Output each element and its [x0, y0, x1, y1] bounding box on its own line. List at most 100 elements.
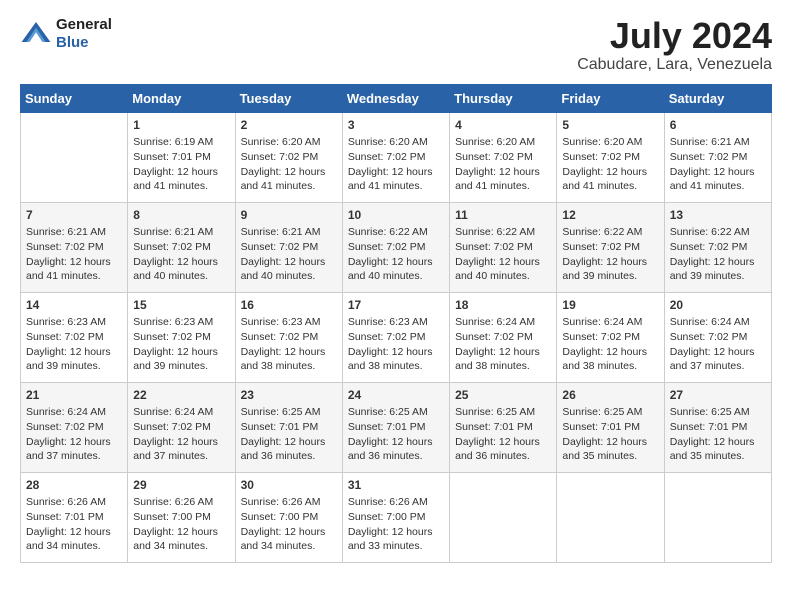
weekday-friday: Friday — [557, 84, 664, 112]
day-info: Daylight: 12 hours — [562, 255, 658, 270]
day-info: Sunrise: 6:22 AM — [562, 225, 658, 240]
weekday-tuesday: Tuesday — [235, 84, 342, 112]
day-info: Sunrise: 6:20 AM — [348, 135, 444, 150]
calendar-cell: 14Sunrise: 6:23 AMSunset: 7:02 PMDayligh… — [21, 292, 128, 382]
day-info: Sunrise: 6:24 AM — [670, 315, 766, 330]
day-number: 22 — [133, 387, 229, 404]
calendar-cell: 5Sunrise: 6:20 AMSunset: 7:02 PMDaylight… — [557, 112, 664, 202]
weekday-monday: Monday — [128, 84, 235, 112]
day-info: and 35 minutes. — [562, 449, 658, 464]
day-info: Daylight: 12 hours — [455, 165, 551, 180]
day-number: 26 — [562, 387, 658, 404]
day-info: Sunrise: 6:22 AM — [670, 225, 766, 240]
day-info: and 38 minutes. — [348, 359, 444, 374]
day-info: Sunset: 7:01 PM — [670, 420, 766, 435]
day-number: 8 — [133, 207, 229, 224]
day-info: Sunset: 7:02 PM — [562, 240, 658, 255]
weekday-header-row: SundayMondayTuesdayWednesdayThursdayFrid… — [21, 84, 772, 112]
day-number: 4 — [455, 117, 551, 134]
day-info: and 41 minutes. — [562, 179, 658, 194]
day-number: 28 — [26, 477, 122, 494]
header: General Blue July 2024 Cabudare, Lara, V… — [20, 16, 772, 74]
day-info: and 37 minutes. — [670, 359, 766, 374]
day-info: Daylight: 12 hours — [133, 255, 229, 270]
day-info: Sunrise: 6:25 AM — [241, 405, 337, 420]
day-info: and 40 minutes. — [133, 269, 229, 284]
calendar-cell: 9Sunrise: 6:21 AMSunset: 7:02 PMDaylight… — [235, 202, 342, 292]
day-info: Sunset: 7:01 PM — [26, 510, 122, 525]
calendar-cell: 16Sunrise: 6:23 AMSunset: 7:02 PMDayligh… — [235, 292, 342, 382]
day-info: and 37 minutes. — [26, 449, 122, 464]
calendar-cell: 24Sunrise: 6:25 AMSunset: 7:01 PMDayligh… — [342, 382, 449, 472]
day-info: Sunrise: 6:23 AM — [348, 315, 444, 330]
calendar-cell: 7Sunrise: 6:21 AMSunset: 7:02 PMDaylight… — [21, 202, 128, 292]
day-info: Sunset: 7:01 PM — [455, 420, 551, 435]
calendar-cell: 8Sunrise: 6:21 AMSunset: 7:02 PMDaylight… — [128, 202, 235, 292]
day-number: 13 — [670, 207, 766, 224]
calendar-cell: 18Sunrise: 6:24 AMSunset: 7:02 PMDayligh… — [450, 292, 557, 382]
day-number: 27 — [670, 387, 766, 404]
day-info: and 34 minutes. — [26, 539, 122, 554]
day-info: Sunrise: 6:26 AM — [133, 495, 229, 510]
logo-icon — [20, 18, 52, 50]
day-info: and 41 minutes. — [670, 179, 766, 194]
calendar-cell — [557, 472, 664, 562]
day-info: Sunrise: 6:25 AM — [455, 405, 551, 420]
day-info: and 36 minutes. — [348, 449, 444, 464]
calendar-cell — [21, 112, 128, 202]
day-info: Sunset: 7:02 PM — [26, 330, 122, 345]
calendar-cell: 17Sunrise: 6:23 AMSunset: 7:02 PMDayligh… — [342, 292, 449, 382]
day-number: 23 — [241, 387, 337, 404]
calendar-cell: 31Sunrise: 6:26 AMSunset: 7:00 PMDayligh… — [342, 472, 449, 562]
calendar-cell: 29Sunrise: 6:26 AMSunset: 7:00 PMDayligh… — [128, 472, 235, 562]
day-info: and 38 minutes. — [562, 359, 658, 374]
day-info: Sunrise: 6:25 AM — [562, 405, 658, 420]
day-info: Daylight: 12 hours — [26, 255, 122, 270]
day-info: and 36 minutes. — [241, 449, 337, 464]
day-info: and 39 minutes. — [26, 359, 122, 374]
week-row-2: 7Sunrise: 6:21 AMSunset: 7:02 PMDaylight… — [21, 202, 772, 292]
calendar-cell: 20Sunrise: 6:24 AMSunset: 7:02 PMDayligh… — [664, 292, 771, 382]
day-number: 30 — [241, 477, 337, 494]
calendar-cell: 19Sunrise: 6:24 AMSunset: 7:02 PMDayligh… — [557, 292, 664, 382]
day-info: Daylight: 12 hours — [562, 435, 658, 450]
logo-blue: Blue — [56, 34, 112, 52]
day-info: Daylight: 12 hours — [241, 345, 337, 360]
day-info: Sunset: 7:02 PM — [562, 330, 658, 345]
day-number: 24 — [348, 387, 444, 404]
day-info: Sunrise: 6:19 AM — [133, 135, 229, 150]
calendar-cell: 12Sunrise: 6:22 AMSunset: 7:02 PMDayligh… — [557, 202, 664, 292]
day-info: Sunrise: 6:22 AM — [455, 225, 551, 240]
day-info: and 41 minutes. — [348, 179, 444, 194]
day-number: 11 — [455, 207, 551, 224]
day-info: Sunset: 7:02 PM — [455, 330, 551, 345]
day-info: Daylight: 12 hours — [348, 435, 444, 450]
day-number: 31 — [348, 477, 444, 494]
day-number: 18 — [455, 297, 551, 314]
location: Cabudare, Lara, Venezuela — [577, 56, 772, 74]
day-info: Sunset: 7:00 PM — [348, 510, 444, 525]
day-info: Sunrise: 6:23 AM — [133, 315, 229, 330]
day-info: Sunset: 7:01 PM — [241, 420, 337, 435]
day-info: Sunset: 7:01 PM — [348, 420, 444, 435]
calendar-cell: 13Sunrise: 6:22 AMSunset: 7:02 PMDayligh… — [664, 202, 771, 292]
calendar-cell: 3Sunrise: 6:20 AMSunset: 7:02 PMDaylight… — [342, 112, 449, 202]
day-info: Sunset: 7:02 PM — [241, 240, 337, 255]
day-info: Sunset: 7:02 PM — [455, 150, 551, 165]
day-info: Sunrise: 6:23 AM — [26, 315, 122, 330]
title-section: July 2024 Cabudare, Lara, Venezuela — [577, 16, 772, 74]
day-info: Daylight: 12 hours — [241, 165, 337, 180]
day-info: Sunset: 7:02 PM — [455, 240, 551, 255]
day-info: Daylight: 12 hours — [670, 165, 766, 180]
day-info: and 41 minutes. — [241, 179, 337, 194]
calendar-cell: 30Sunrise: 6:26 AMSunset: 7:00 PMDayligh… — [235, 472, 342, 562]
day-info: and 41 minutes. — [455, 179, 551, 194]
day-number: 25 — [455, 387, 551, 404]
day-info: Sunrise: 6:22 AM — [348, 225, 444, 240]
day-info: Daylight: 12 hours — [348, 345, 444, 360]
day-number: 29 — [133, 477, 229, 494]
day-number: 20 — [670, 297, 766, 314]
day-info: Daylight: 12 hours — [26, 435, 122, 450]
day-info: Daylight: 12 hours — [348, 525, 444, 540]
day-info: Daylight: 12 hours — [133, 165, 229, 180]
